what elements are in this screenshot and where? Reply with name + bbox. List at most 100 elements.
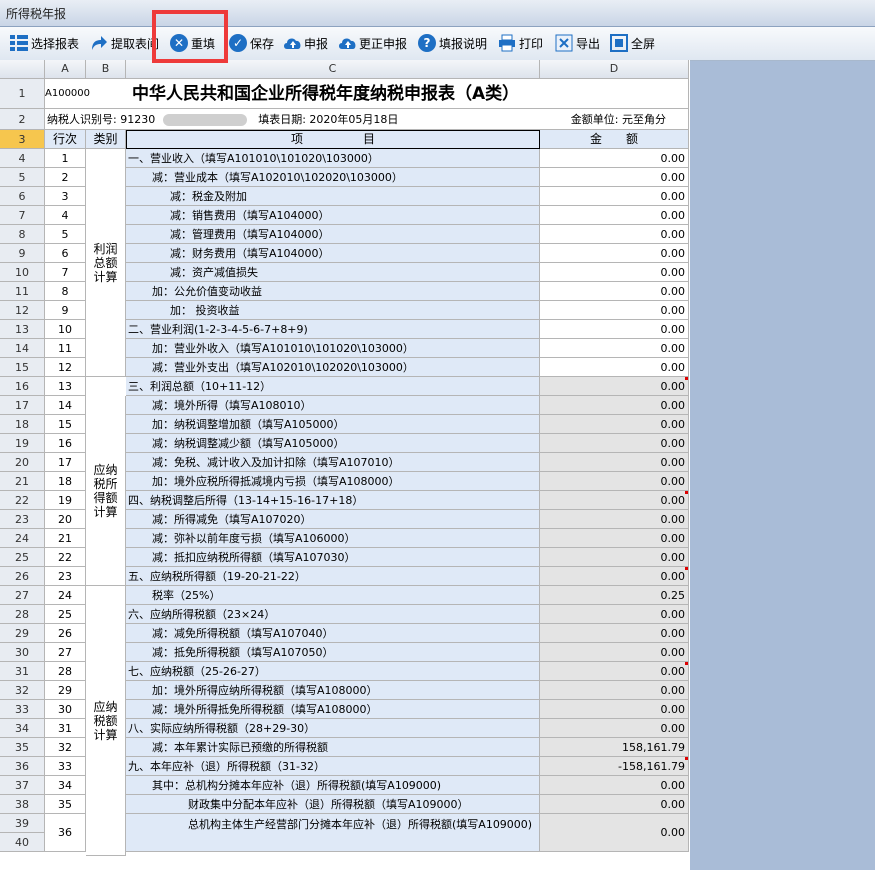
save-button[interactable]: ✓ 保存: [229, 33, 274, 53]
row-header[interactable]: 3: [0, 130, 45, 149]
row-header[interactable]: 33: [0, 700, 45, 719]
select-report-button[interactable]: 选择报表: [10, 33, 79, 53]
export-button[interactable]: 导出: [555, 33, 600, 53]
row-header[interactable]: 37: [0, 776, 45, 795]
amount-input[interactable]: 0.00: [540, 168, 689, 187]
help-button[interactable]: ? 填报说明: [418, 33, 487, 53]
row-header[interactable]: 6: [0, 187, 45, 206]
amount-input[interactable]: 0.00: [540, 700, 689, 719]
export-label: 导出: [576, 36, 601, 51]
row-header[interactable]: 8: [0, 225, 45, 244]
formula-marker: [685, 567, 688, 570]
amount-input[interactable]: 0.00: [540, 187, 689, 206]
amount-input[interactable]: 0.00: [540, 301, 689, 320]
amount-input[interactable]: 0.00: [540, 624, 689, 643]
amount-input[interactable]: 0.00: [540, 358, 689, 377]
row-header[interactable]: 5: [0, 168, 45, 187]
row-header[interactable]: 16: [0, 377, 45, 396]
row-header[interactable]: 38: [0, 795, 45, 814]
row-header[interactable]: 20: [0, 453, 45, 472]
amount-input[interactable]: 0.00: [540, 377, 689, 396]
row-item-label: 加：纳税调整增加额（填写A105000）: [152, 418, 345, 431]
amount-input[interactable]: 0.00: [540, 149, 689, 168]
row-header[interactable]: 7: [0, 206, 45, 225]
row-header[interactable]: 30: [0, 643, 45, 662]
column-header-a[interactable]: A: [45, 60, 86, 79]
amount-input[interactable]: 0.00: [540, 320, 689, 339]
amount-input[interactable]: 0.00: [540, 472, 689, 491]
row-header[interactable]: 2: [0, 109, 45, 130]
amount-input[interactable]: 0.00: [540, 225, 689, 244]
amount-input[interactable]: 0.00: [540, 548, 689, 567]
row-header[interactable]: 34: [0, 719, 45, 738]
amount-input[interactable]: 0.00: [540, 795, 689, 814]
row-header[interactable]: 1: [0, 79, 45, 109]
amount-input[interactable]: -158,161.79: [540, 757, 689, 776]
category-tax-label: 应纳税额计算: [93, 699, 118, 742]
row-header[interactable]: 23: [0, 510, 45, 529]
table-header-item[interactable]: 项 目: [126, 130, 540, 149]
row-header[interactable]: 25: [0, 548, 45, 567]
row-item: 加：营业外收入（填写A101010\101020\103000）: [126, 339, 540, 358]
amount-input[interactable]: 0.00: [540, 643, 689, 662]
row-header[interactable]: 12: [0, 301, 45, 320]
row-header[interactable]: 15: [0, 358, 45, 377]
fetch-button[interactable]: 提取表间: [90, 33, 159, 53]
amount-input[interactable]: 0.00: [540, 453, 689, 472]
declare-button[interactable]: 申报: [283, 33, 328, 53]
row-item-label: 减：资产减值损失: [170, 266, 258, 279]
row-header[interactable]: 17: [0, 396, 45, 415]
amount-input[interactable]: 0.00: [540, 206, 689, 225]
amount-input[interactable]: 0.00: [540, 719, 689, 738]
row-header[interactable]: 32: [0, 681, 45, 700]
correct-declare-button[interactable]: 更正申报: [338, 33, 407, 53]
row-header[interactable]: 27: [0, 586, 45, 605]
amount-input[interactable]: 0.00: [540, 814, 689, 852]
row-header[interactable]: 10: [0, 263, 45, 282]
column-header-d[interactable]: D: [540, 60, 689, 79]
amount-input[interactable]: 0.00: [540, 681, 689, 700]
column-header-b[interactable]: B: [86, 60, 126, 79]
amount-value: 0.00: [660, 627, 686, 640]
row-header[interactable]: 22: [0, 491, 45, 510]
amount-input[interactable]: 0.00: [540, 396, 689, 415]
print-button[interactable]: 打印: [498, 33, 543, 53]
row-item-label: 减：境外所得（填写A108010）: [152, 399, 312, 412]
amount-input[interactable]: 158,161.79: [540, 738, 689, 757]
row-header[interactable]: 28: [0, 605, 45, 624]
amount-input[interactable]: 0.00: [540, 339, 689, 358]
amount-input[interactable]: 0.25: [540, 586, 689, 605]
row-header[interactable]: 9: [0, 244, 45, 263]
amount-input[interactable]: 0.00: [540, 263, 689, 282]
row-header[interactable]: 26: [0, 567, 45, 586]
row-seq: 24: [45, 586, 86, 605]
row-header[interactable]: 35: [0, 738, 45, 757]
row-header[interactable]: 39: [0, 814, 45, 833]
amount-input[interactable]: 0.00: [540, 244, 689, 263]
row-seq: 15: [45, 415, 86, 434]
row-header[interactable]: 18: [0, 415, 45, 434]
row-header[interactable]: 21: [0, 472, 45, 491]
row-header[interactable]: 36: [0, 757, 45, 776]
amount-input[interactable]: 0.00: [540, 282, 689, 301]
amount-input[interactable]: 0.00: [540, 491, 689, 510]
row-header[interactable]: 31: [0, 662, 45, 681]
fullscreen-button[interactable]: 全屏: [610, 33, 655, 53]
amount-input[interactable]: 0.00: [540, 662, 689, 681]
row-header[interactable]: 29: [0, 624, 45, 643]
amount-input[interactable]: 0.00: [540, 776, 689, 795]
amount-input[interactable]: 0.00: [540, 605, 689, 624]
row-header[interactable]: 40: [0, 833, 45, 852]
amount-input[interactable]: 0.00: [540, 510, 689, 529]
amount-input[interactable]: 0.00: [540, 567, 689, 586]
row-header[interactable]: 19: [0, 434, 45, 453]
row-header[interactable]: 24: [0, 529, 45, 548]
amount-input[interactable]: 0.00: [540, 415, 689, 434]
row-item: 减：所得减免（填写A107020）: [126, 510, 540, 529]
amount-input[interactable]: 0.00: [540, 434, 689, 453]
row-header[interactable]: 13: [0, 320, 45, 339]
amount-input[interactable]: 0.00: [540, 529, 689, 548]
row-header[interactable]: 11: [0, 282, 45, 301]
row-header[interactable]: 4: [0, 149, 45, 168]
row-header[interactable]: 14: [0, 339, 45, 358]
